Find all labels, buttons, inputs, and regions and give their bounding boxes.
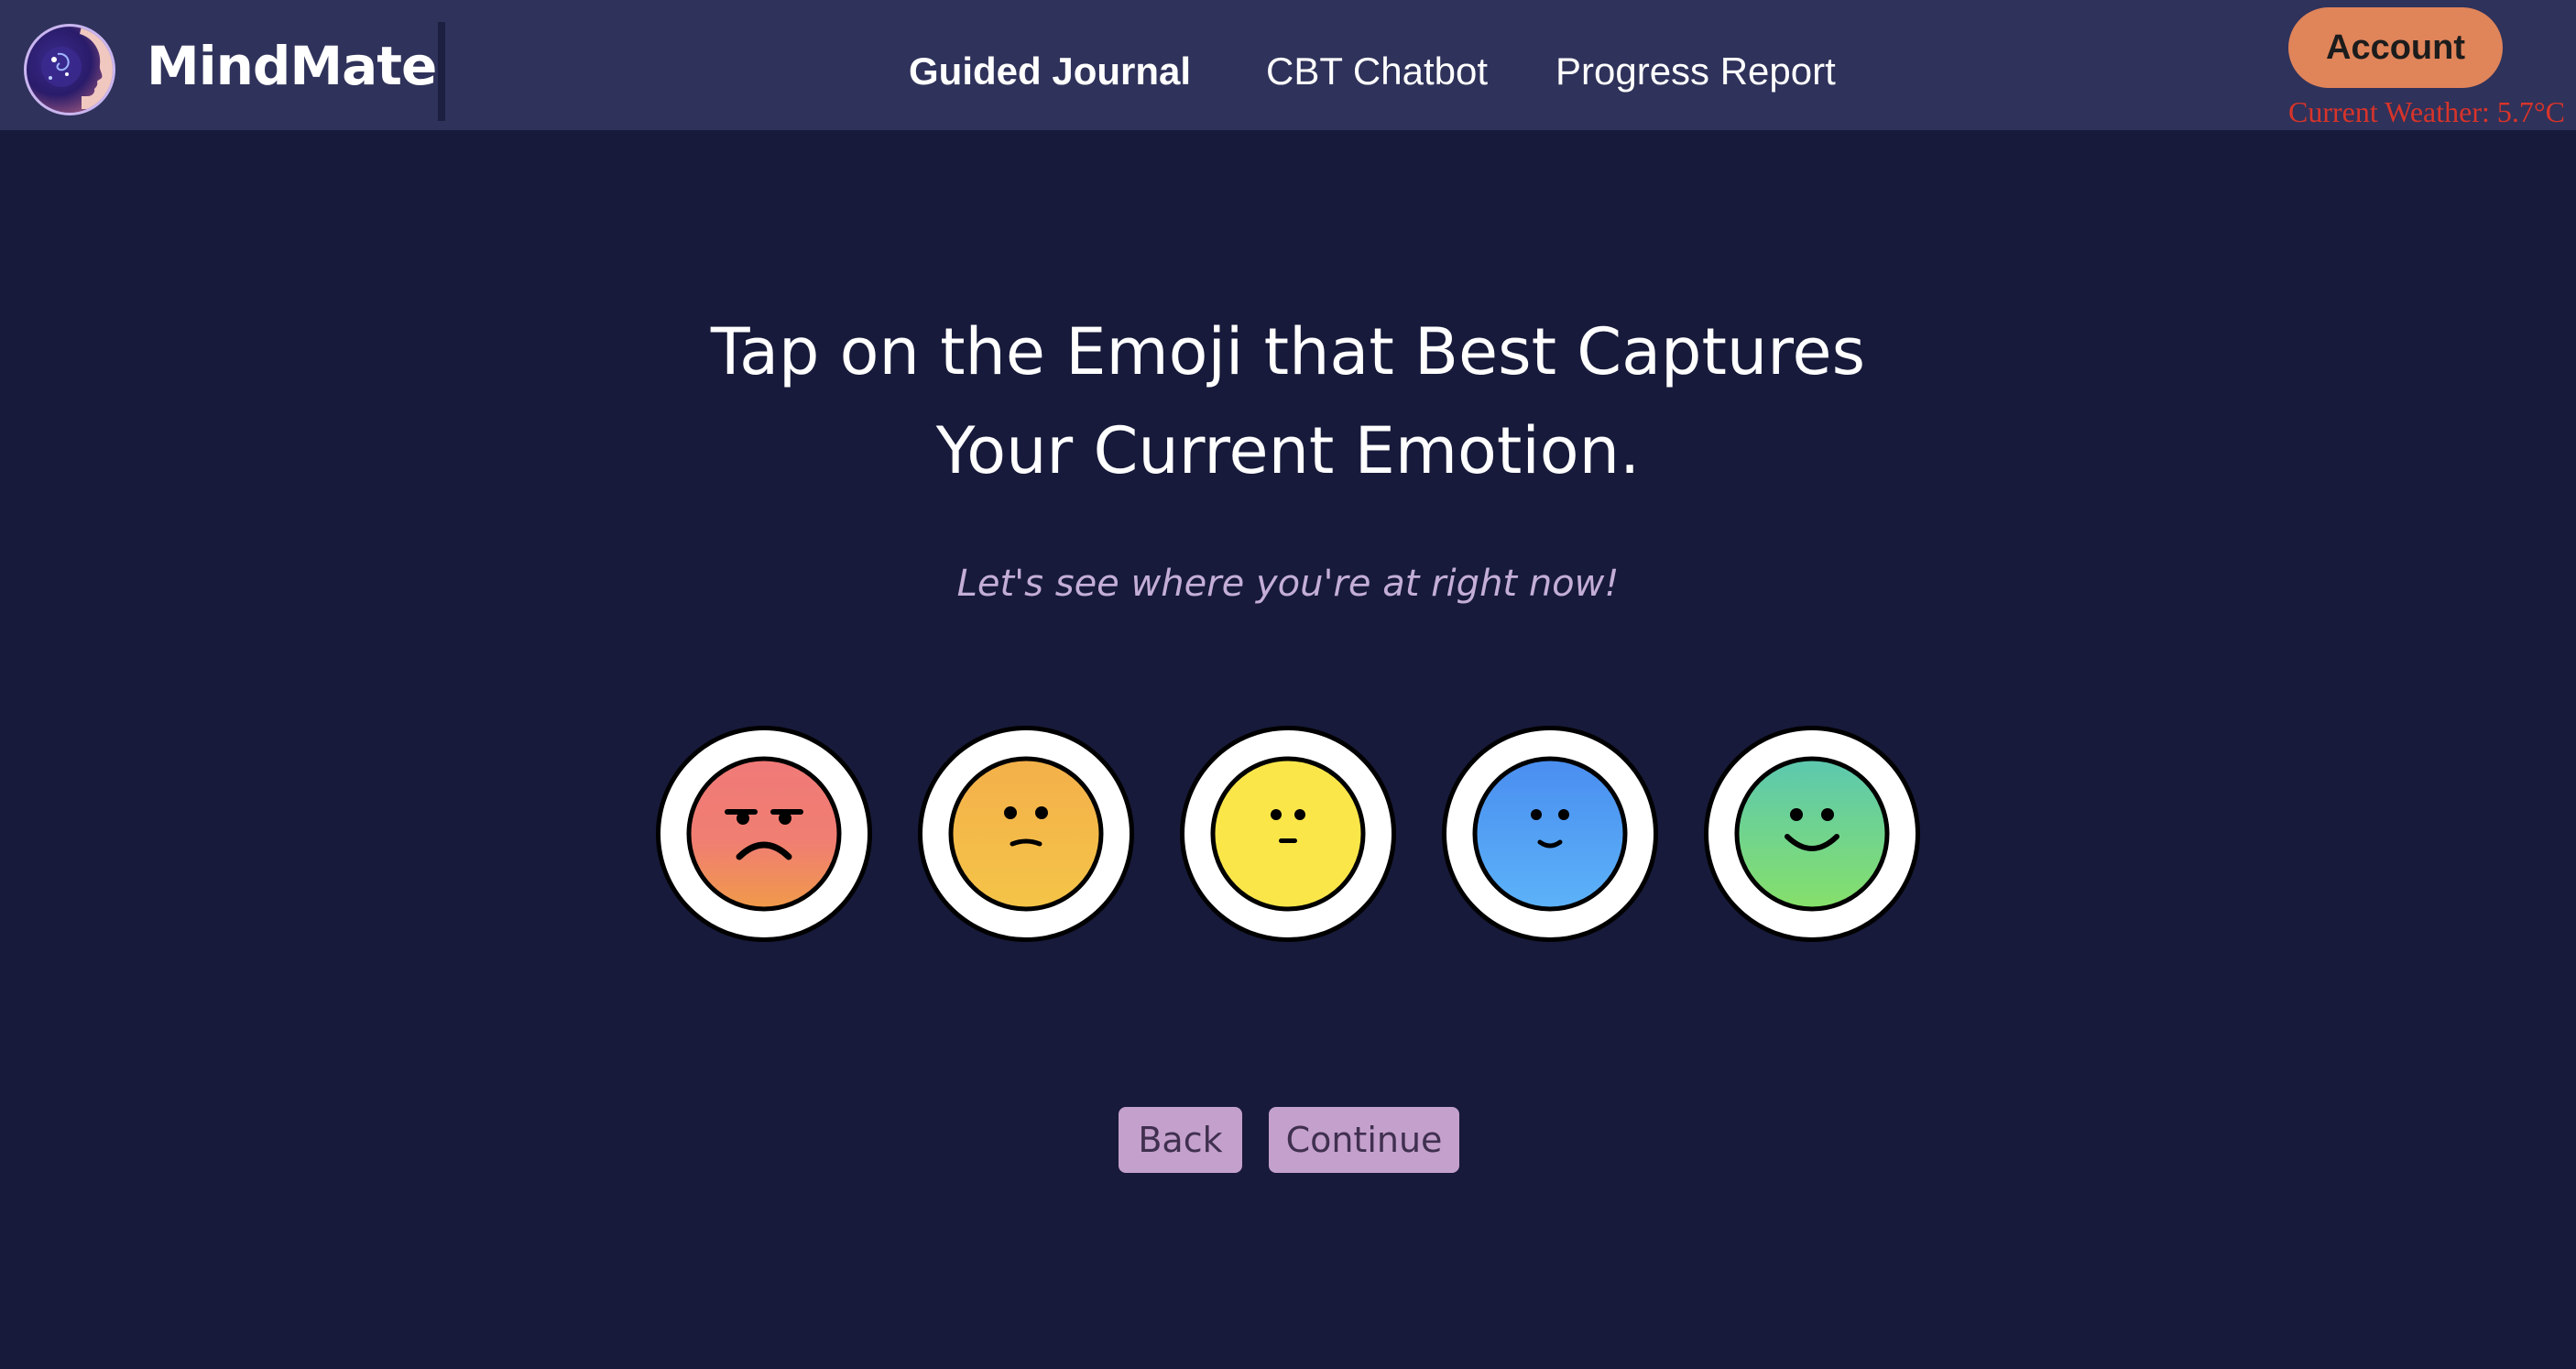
happy-face-icon [1734, 756, 1890, 912]
neutral-face-icon [1210, 756, 1366, 912]
emoji-option-angry[interactable] [656, 726, 872, 942]
account-button[interactable]: Account [2288, 7, 2503, 88]
slightly-smiling-face-icon [1472, 756, 1628, 912]
page-title-line-1: Tap on the Emoji that Best Captures [710, 314, 1866, 389]
nav-guided-journal[interactable]: Guided Journal [909, 49, 1191, 93]
angry-face-icon [686, 756, 842, 912]
navbar-divider [438, 22, 445, 121]
page-title: Tap on the Emoji that Best Captures Your… [555, 302, 2021, 500]
page-title-line-2: Your Current Emotion. [935, 413, 1641, 488]
page-subtitle: Let's see where you're at right now! [956, 563, 1620, 605]
app-name[interactable]: MindMate [147, 35, 437, 97]
woman-profile-galaxy-icon[interactable] [24, 24, 115, 115]
emoji-option-slightly-happy[interactable] [1442, 726, 1658, 942]
back-button[interactable]: Back [1119, 1107, 1242, 1173]
weather-readout: Current Weather: 5.7°C [2288, 95, 2565, 128]
nav-cbt-chatbot[interactable]: CBT Chatbot [1266, 49, 1488, 93]
sad-face-icon [948, 756, 1104, 912]
nav-progress-report[interactable]: Progress Report [1555, 49, 1836, 93]
top-navbar: MindMate Guided Journal CBT Chatbot Prog… [0, 0, 2576, 130]
continue-button[interactable]: Continue [1269, 1107, 1459, 1173]
emoji-option-sad[interactable] [918, 726, 1134, 942]
emoji-option-neutral[interactable] [1180, 726, 1396, 942]
emoji-option-happy[interactable] [1704, 726, 1920, 942]
